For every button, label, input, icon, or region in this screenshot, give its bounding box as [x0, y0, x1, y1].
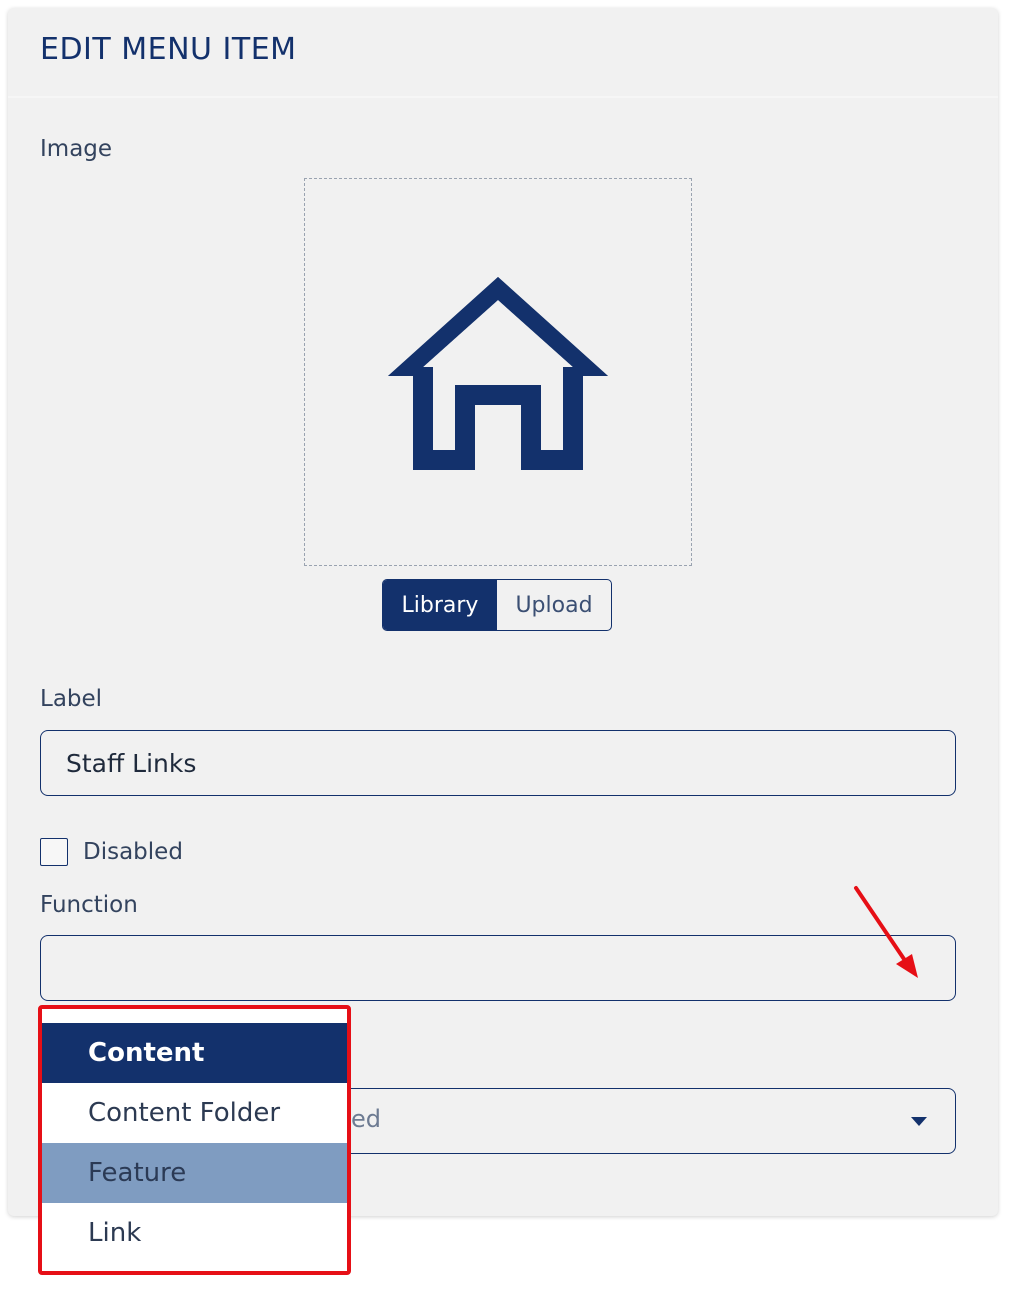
label-field-label: Label — [40, 686, 103, 712]
page: EDIT MENU ITEM Image Library Upload Labe… — [0, 0, 1029, 1289]
disabled-checkbox-label: Disabled — [83, 839, 183, 865]
card-title: EDIT MENU ITEM — [40, 32, 297, 67]
secondary-select-value: ed — [351, 1105, 381, 1133]
image-preview[interactable] — [304, 178, 692, 566]
home-icon — [388, 277, 608, 470]
annotation-arrow-icon — [854, 886, 918, 978]
function-dropdown-menu: Content Content Folder Feature Link — [38, 1005, 351, 1275]
library-button[interactable]: Library — [383, 580, 497, 630]
chevron-down-icon — [911, 1117, 927, 1126]
disabled-checkbox[interactable] — [40, 838, 68, 866]
function-field-label: Function — [40, 892, 138, 918]
dropdown-option-link[interactable]: Link — [42, 1203, 347, 1263]
function-select[interactable] — [40, 935, 956, 1001]
image-field-label: Image — [40, 136, 113, 162]
image-source-toggle: Library Upload — [382, 579, 612, 631]
dropdown-option-feature[interactable]: Feature — [42, 1143, 347, 1203]
dropdown-option-content-folder[interactable]: Content Folder — [42, 1083, 347, 1143]
dropdown-option-content[interactable]: Content — [42, 1023, 347, 1083]
label-input[interactable]: Staff Links — [40, 730, 956, 796]
disabled-checkbox-row[interactable]: Disabled — [40, 838, 183, 866]
card-header: EDIT MENU ITEM — [8, 8, 998, 98]
upload-button[interactable]: Upload — [497, 580, 611, 630]
